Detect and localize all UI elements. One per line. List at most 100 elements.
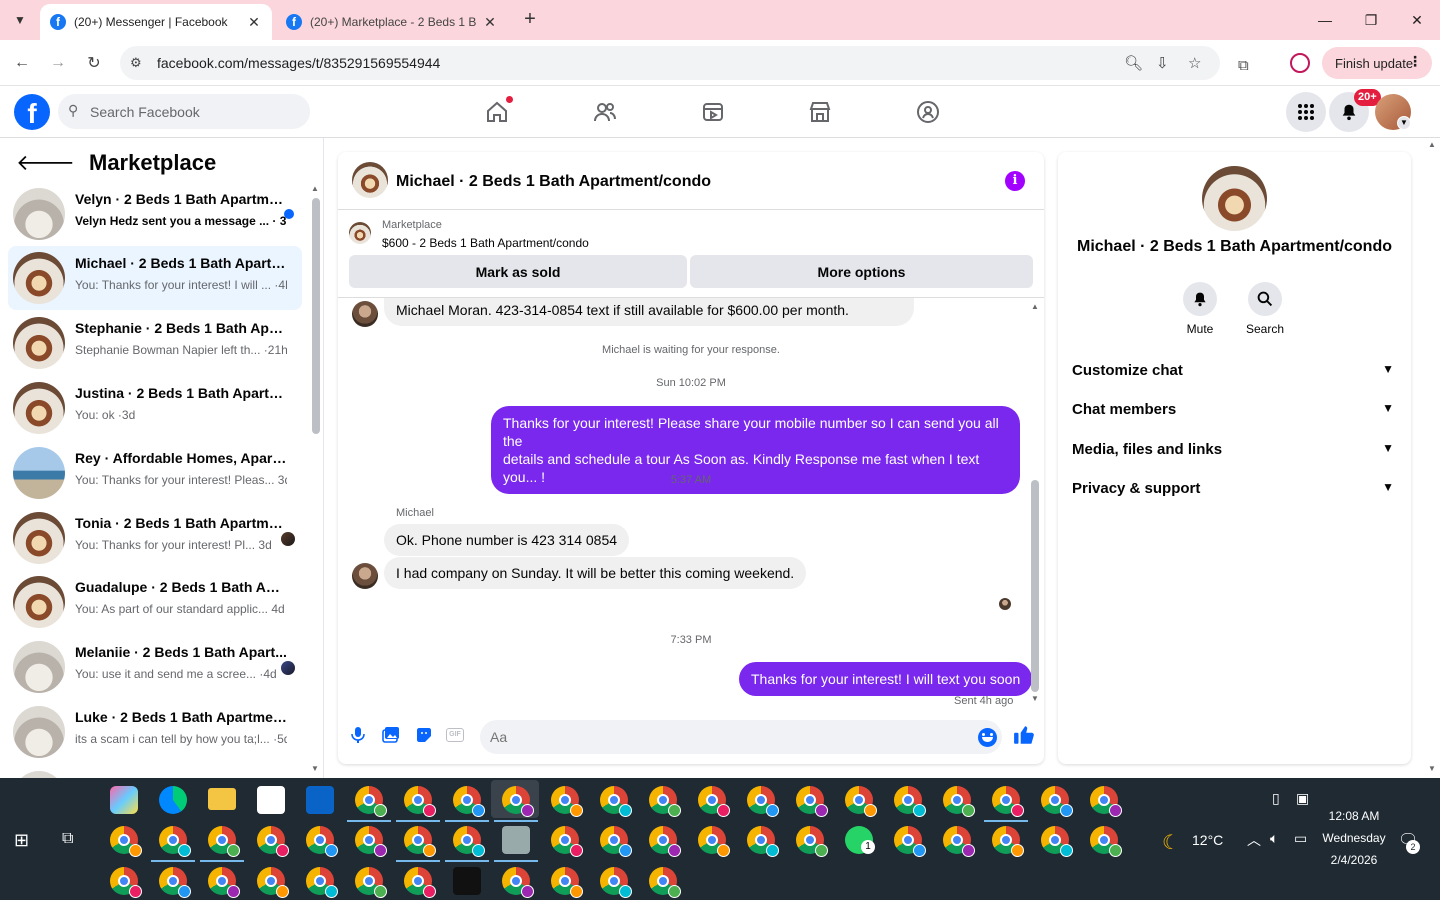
finish-update-button[interactable]: Finish update ⋮ (1322, 47, 1432, 79)
chrome-profile-icon[interactable] (600, 867, 632, 898)
scroll-down-arrow-icon[interactable]: ▼ (1031, 694, 1039, 703)
close-tab-icon[interactable]: ✕ (482, 14, 498, 31)
clock-day[interactable]: Wednesday (1314, 831, 1394, 845)
clock-date[interactable]: 2/4/2026 (1314, 853, 1394, 867)
profile-icon[interactable] (1290, 53, 1310, 73)
chrome-profile-icon[interactable] (257, 867, 289, 898)
chrome-profile-icon[interactable] (355, 826, 387, 857)
search-in-chat-button[interactable]: Search (1235, 282, 1295, 336)
chrome-profile-icon[interactable] (306, 867, 338, 898)
chrome-profile-icon[interactable] (698, 786, 730, 817)
customize-chat-section[interactable]: Customize chat ▼ (1072, 362, 1398, 386)
sender-avatar[interactable] (352, 563, 378, 589)
back-button[interactable]: ← (10, 51, 34, 75)
chrome-profile-icon[interactable] (453, 826, 485, 857)
chrome-profile-icon[interactable] (551, 826, 583, 857)
chrome-profile-icon[interactable] (404, 786, 436, 817)
gif-icon[interactable]: GIF (446, 728, 464, 742)
chat-members-section[interactable]: Chat members ▼ (1072, 401, 1398, 425)
chrome-profile-icon[interactable] (208, 826, 240, 857)
chat-title[interactable]: Michael · 2 Beds 1 Bath Apartment/condo (396, 173, 711, 191)
chat-scrollbar[interactable] (1031, 480, 1039, 692)
chrome-profile-icon[interactable] (208, 867, 240, 898)
chrome-profile-icon[interactable] (649, 867, 681, 898)
windows-start-icon[interactable]: ⊞ (14, 830, 29, 851)
chrome-profile-icon[interactable] (159, 826, 191, 857)
install-app-icon[interactable]: ⇩ (1156, 54, 1169, 72)
page-scroll-up-icon[interactable]: ▲ (1428, 140, 1436, 149)
scroll-down-arrow-icon[interactable]: ▼ (311, 764, 319, 773)
chrome-profile-icon[interactable] (159, 867, 191, 898)
chat-avatar-large[interactable] (1202, 166, 1267, 231)
chrome-profile-icon[interactable] (943, 786, 975, 817)
chrome-profile-icon[interactable] (551, 867, 583, 898)
chrome-profile-icon[interactable] (796, 826, 828, 857)
chrome-profile-icon[interactable] (502, 867, 534, 898)
chrome-profile-icon[interactable] (355, 867, 387, 898)
chrome-profile-icon[interactable] (110, 826, 142, 857)
minimize-button[interactable]: ― (1302, 0, 1348, 40)
app-icon[interactable] (502, 826, 530, 854)
forward-button[interactable]: → (46, 51, 70, 75)
new-tab-button[interactable]: + (518, 8, 542, 32)
media-files-links-section[interactable]: Media, files and links ▼ (1072, 441, 1398, 465)
home-icon[interactable] (483, 96, 513, 126)
page-scroll-down-icon[interactable]: ▼ (1428, 764, 1436, 773)
conversation-item[interactable]: Tonia · 2 Beds 1 Bath Apartme... You: Th… (8, 506, 302, 570)
conversation-item[interactable]: Stephanie · 2 Beds 1 Bath Apart... Steph… (8, 311, 302, 375)
usb-icon[interactable]: ▯ (1272, 790, 1280, 807)
chrome-profile-icon[interactable] (845, 786, 877, 817)
conversation-item[interactable]: Rey · Affordable Homes, Apart... You: Th… (8, 441, 302, 505)
conversation-item[interactable] (8, 765, 302, 778)
microphone-icon[interactable] (347, 724, 369, 746)
video-icon[interactable] (699, 98, 727, 126)
conversation-item-selected[interactable]: Michael · 2 Beds 1 Bath Apartme... You: … (8, 246, 302, 310)
more-options-button[interactable]: More options (690, 255, 1033, 288)
site-info-icon[interactable]: ⚙ (130, 55, 142, 71)
edge-icon[interactable] (159, 786, 187, 814)
chrome-profile-icon[interactable] (649, 786, 681, 817)
chrome-profile-icon[interactable] (894, 786, 926, 817)
tab-marketplace[interactable]: f (20+) Marketplace - 2 Beds 1 B ✕ (276, 4, 508, 40)
chrome-profile-icon[interactable] (894, 826, 926, 857)
conversation-item[interactable]: Velyn · 2 Beds 1 Bath Apartme... Velyn H… (8, 182, 302, 246)
facebook-logo-icon[interactable]: f (14, 94, 50, 130)
address-bar[interactable]: ⚙ facebook.com/messages/t/83529156955494… (120, 46, 1220, 80)
groups-icon[interactable] (914, 98, 942, 126)
conversation-item[interactable]: Guadalupe · 2 Beds 1 Bath Apart... You: … (8, 570, 302, 634)
chrome-profile-icon[interactable] (796, 786, 828, 817)
network-icon[interactable]: ▭ (1294, 830, 1307, 847)
chat-avatar[interactable] (352, 162, 388, 198)
maximize-button[interactable]: ❐ (1348, 0, 1394, 40)
mark-as-sold-button[interactable]: Mark as sold (349, 255, 687, 288)
chrome-profile-icon[interactable] (943, 826, 975, 857)
thumbs-up-icon[interactable] (1013, 724, 1035, 746)
sticker-icon[interactable] (413, 724, 435, 746)
conversation-item[interactable]: Luke · 2 Beds 1 Bath Apartment/... its a… (8, 700, 302, 764)
listing-description[interactable]: $600 - 2 Beds 1 Bath Apartment/condo (382, 236, 589, 250)
chrome-profile-icon[interactable] (110, 867, 142, 898)
photo-icon[interactable] (380, 724, 402, 746)
scroll-up-arrow-icon[interactable]: ▲ (1031, 302, 1039, 311)
extensions-icon[interactable]: ⧉ (1238, 57, 1249, 74)
whatsapp-icon[interactable]: 1 (845, 826, 875, 854)
chrome-profile-icon[interactable] (1090, 786, 1122, 817)
tab-messenger[interactable]: f (20+) Messenger | Facebook ✕ (40, 4, 272, 40)
facebook-search-box[interactable]: ⚲ Search Facebook (58, 94, 310, 129)
chrome-profile-icon[interactable] (600, 786, 632, 817)
volume-icon[interactable]: 🔈︎ (1270, 830, 1278, 847)
app-icon[interactable] (453, 867, 481, 895)
chrome-profile-icon[interactable] (1041, 826, 1073, 857)
close-window-button[interactable]: ✕ (1394, 0, 1440, 40)
info-icon[interactable]: i (1005, 171, 1025, 191)
chrome-profile-icon[interactable] (992, 786, 1024, 817)
listing-thumbnail[interactable] (349, 222, 371, 244)
close-tab-icon[interactable]: ✕ (246, 14, 262, 31)
chrome-profile-icon[interactable] (992, 826, 1024, 857)
weather-temp[interactable]: 12°C (1192, 832, 1223, 848)
chrome-profile-icon[interactable] (551, 786, 583, 817)
bookmark-star-icon[interactable]: ☆ (1188, 54, 1201, 72)
chrome-profile-icon[interactable] (649, 826, 681, 857)
chrome-profile-icon[interactable] (747, 786, 779, 817)
conversation-item[interactable]: Melaniie · 2 Beds 1 Bath Apart... You: u… (8, 635, 302, 699)
